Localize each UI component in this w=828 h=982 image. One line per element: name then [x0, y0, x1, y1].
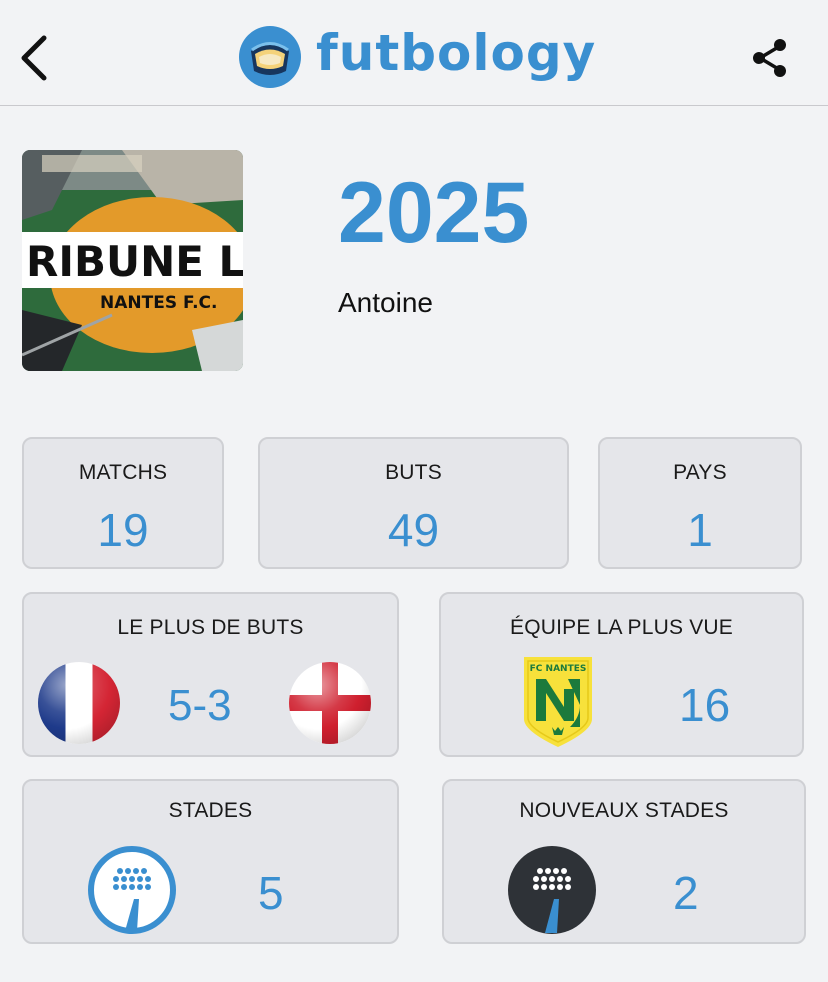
- most-seen-team-label: ÉQUIPE LA PLUS VUE: [509, 616, 734, 639]
- back-button[interactable]: [14, 30, 54, 86]
- chevron-left-icon: [21, 35, 47, 81]
- app-title: futbology: [316, 24, 597, 82]
- share-button[interactable]: [746, 34, 794, 82]
- fc-nantes-crest-icon: FC NANTES: [524, 657, 592, 747]
- top-bar: futbology: [0, 0, 828, 106]
- most-goals-score: 5-3: [168, 681, 232, 730]
- france-flag-icon: [38, 662, 120, 744]
- stadiums-label: STADES: [168, 799, 253, 822]
- new-stadium-icon: [508, 846, 596, 934]
- stadium-logo-icon: [239, 26, 301, 88]
- new-stadiums-label: NOUVEAUX STADES: [519, 799, 729, 822]
- matchs-card[interactable]: MATCHS 19: [22, 437, 224, 569]
- new-stadiums-value: 2: [673, 867, 699, 919]
- cover-banner-subtext: NANTES F.C.: [100, 293, 218, 313]
- stadiums-value: 5: [258, 867, 284, 919]
- england-flag-icon: [289, 662, 371, 744]
- pays-label: PAYS: [673, 461, 727, 484]
- buts-card[interactable]: BUTS 49: [258, 437, 569, 569]
- pays-card[interactable]: PAYS 1: [598, 437, 802, 569]
- cover-banner-text: RIBUNE LOIR: [26, 237, 243, 286]
- app-logo: futbology: [238, 24, 596, 90]
- pays-value: 1: [687, 504, 713, 556]
- most-goals-label: LE PLUS DE BUTS: [117, 616, 304, 639]
- year-title: 2025: [338, 165, 530, 261]
- cover-photo: RIBUNE LOIR NANTES F.C.: [22, 150, 243, 371]
- most-seen-team-value: 16: [679, 679, 731, 731]
- matchs-label: MATCHS: [78, 461, 168, 484]
- new-stadiums-card[interactable]: NOUVEAUX STADES 2: [442, 779, 806, 944]
- matchs-value: 19: [97, 504, 149, 556]
- buts-label: BUTS: [385, 461, 442, 484]
- crest-text: FC NANTES: [530, 664, 587, 674]
- most-seen-team-card[interactable]: ÉQUIPE LA PLUS VUE 16: [439, 592, 804, 757]
- buts-value: 49: [387, 504, 440, 556]
- stadium-icon: [88, 846, 176, 934]
- stadiums-card[interactable]: STADES 5: [22, 779, 399, 944]
- user-name: Antoine: [338, 287, 433, 318]
- share-icon: [753, 39, 786, 77]
- most-goals-card[interactable]: LE PLUS DE BUTS 5-3: [22, 592, 399, 757]
